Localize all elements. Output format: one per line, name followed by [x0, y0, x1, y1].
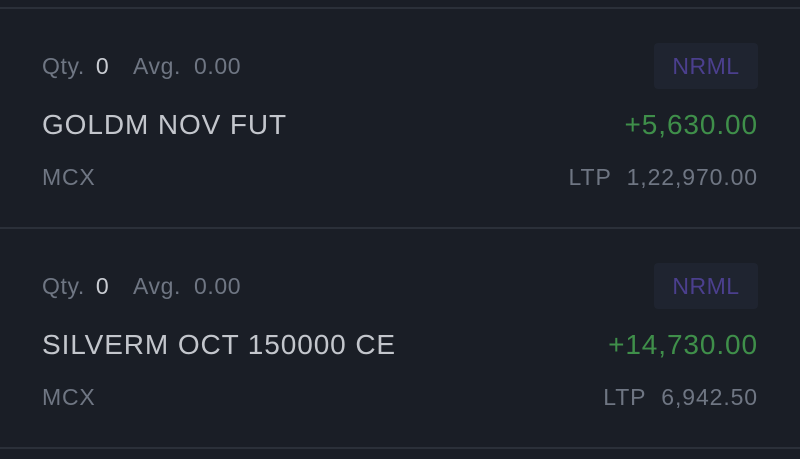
- ltp-value: 6,942.50: [661, 384, 758, 410]
- avg-value: 0.00: [194, 273, 242, 299]
- product-type-badge: NRML: [654, 263, 758, 309]
- positions-screen: Qty. 0 Avg. 0.00 NRML GOLDM NOV FUT +5,6…: [0, 0, 800, 459]
- ltp-value: 1,22,970.00: [626, 164, 758, 190]
- qty-value: 0: [95, 273, 110, 299]
- avg-label: Avg.: [133, 53, 182, 79]
- pnl-value: +5,630.00: [624, 109, 758, 140]
- ltp-label: LTP: [603, 384, 646, 410]
- ltp-label: LTP: [568, 164, 612, 190]
- quantity-average-line: Qty. 0 Avg. 0.00: [42, 273, 241, 300]
- ltp-line: LTP 6,942.50: [603, 384, 758, 411]
- qty-label: Qty.: [42, 273, 85, 299]
- avg-label: Avg.: [133, 273, 182, 299]
- position-row[interactable]: Qty. 0 Avg. 0.00 NRML GOLDM NOV FUT +5,6…: [0, 9, 800, 229]
- instrument-symbol: SILVERM OCT 150000 CE: [42, 329, 397, 360]
- quantity-average-line: Qty. 0 Avg. 0.00: [42, 53, 241, 80]
- qty-label: Qty.: [42, 53, 85, 79]
- pnl-value: +14,730.00: [608, 329, 758, 360]
- avg-value: 0.00: [194, 53, 242, 79]
- instrument-symbol: GOLDM NOV FUT: [42, 109, 288, 140]
- product-type-badge: NRML: [654, 43, 758, 89]
- ltp-line: LTP 1,22,970.00: [569, 164, 758, 191]
- exchange-label: MCX: [42, 384, 96, 410]
- position-row[interactable]: Qty. 0 Avg. 0.00 NRML SILVERM OCT 150000…: [0, 229, 800, 449]
- row-divider: [0, 447, 800, 449]
- exchange-label: MCX: [42, 164, 96, 190]
- qty-value: 0: [95, 53, 110, 79]
